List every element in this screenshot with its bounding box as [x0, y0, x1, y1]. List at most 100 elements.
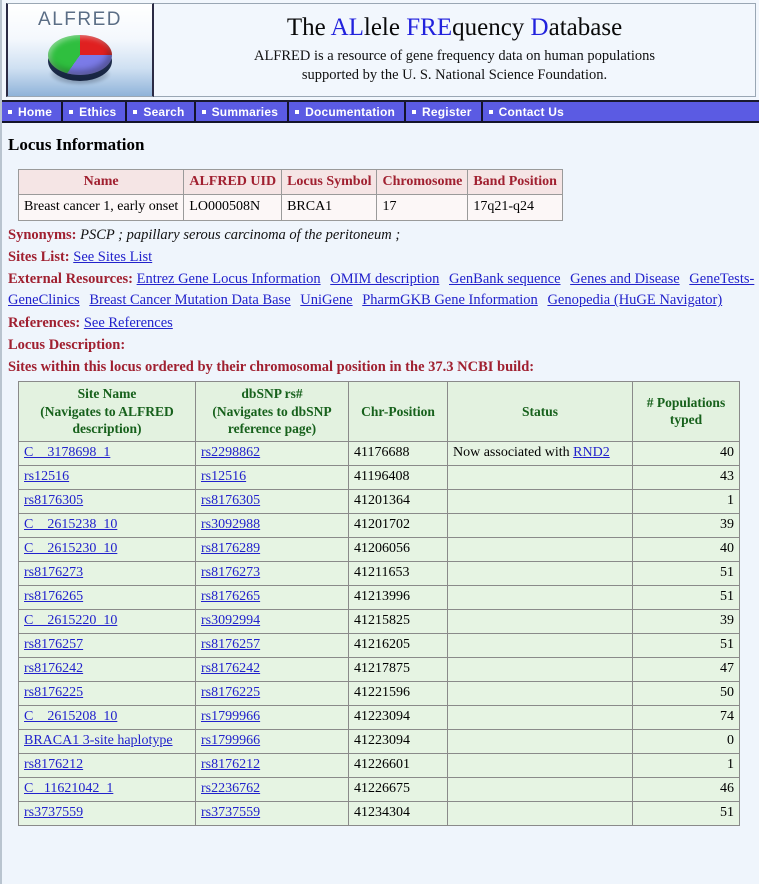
see-sites-list-link[interactable]: See Sites List [73, 249, 152, 265]
cell-site-name: rs8176305 [18, 488, 196, 514]
site-name-link[interactable]: BRACA1 3-site haplotype [24, 733, 173, 748]
dbsnp-link[interactable]: rs3737559 [201, 805, 260, 820]
site-name-link[interactable]: rs8176225 [24, 685, 83, 700]
cell-status [447, 584, 633, 610]
external-link-unigene[interactable]: UniGene [300, 292, 352, 308]
dbsnp-link[interactable]: rs8176225 [201, 685, 260, 700]
dbsnp-link[interactable]: rs3092994 [201, 613, 260, 628]
site-name-link[interactable]: rs8176242 [24, 661, 83, 676]
cell-dbsnp: rs1799966 [195, 704, 349, 730]
cell-populations-typed: 39 [632, 512, 740, 538]
nav-item-register[interactable]: Register [406, 102, 483, 121]
cell-populations-typed: 50 [632, 680, 740, 706]
cell-dbsnp: rs3092994 [195, 608, 349, 634]
cell-dbsnp: rs2298862 [195, 440, 349, 466]
locus-table-header-row: Name ALFRED UID Locus Symbol Chromosome Band… [17, 168, 563, 196]
dbsnp-link[interactable]: rs1799966 [201, 733, 260, 748]
external-link-pharmgkb-gene-information[interactable]: PharmGKB Gene Information [362, 292, 538, 308]
nav-item-ethics[interactable]: Ethics [63, 102, 128, 121]
dbsnp-link[interactable]: rs2236762 [201, 781, 260, 796]
nav-item-home[interactable]: Home [2, 102, 64, 121]
cell-site-name: C 3178698 1 [18, 440, 196, 466]
main-navigation: Home Ethics Search Summaries Documentation Re… [2, 102, 759, 123]
table-row: C 2615238 10 rs3092988 41201702 39 [18, 512, 740, 538]
see-references-link[interactable]: See References [84, 315, 173, 331]
nav-item-documentation[interactable]: Documentation [289, 102, 407, 121]
dbsnp-link[interactable]: rs8176242 [201, 661, 260, 676]
cell-chr-position: 41234304 [348, 800, 448, 826]
locus-description-line: Locus Description: [8, 335, 759, 356]
site-name-link[interactable]: rs8176265 [24, 589, 83, 604]
bullet-icon [488, 109, 493, 114]
cell-chr-position: 41226675 [348, 776, 448, 802]
status-link[interactable]: RND2 [573, 445, 610, 460]
locus-data-cell: 17q21-q24 [467, 194, 563, 221]
column-header-chr-position: Chr-Position [348, 381, 448, 442]
page-frame: ALFRED The ALlele FREquency Database ALF… [0, 0, 759, 884]
sites-table-header-row: Site Name (Navigates to ALFRED descripti… [18, 381, 740, 442]
site-header: ALFRED The ALlele FREquency Database ALF… [2, 0, 759, 102]
dbsnp-link[interactable]: rs12516 [201, 469, 246, 484]
cell-status [447, 560, 633, 586]
external-link-breast-cancer-mutation-data-base[interactable]: Breast Cancer Mutation Data Base [89, 292, 290, 308]
site-name-link[interactable]: C 11621042 1 [24, 781, 113, 796]
cell-chr-position: 41196408 [348, 464, 448, 490]
cell-site-name: C 2615208 10 [18, 704, 196, 730]
dbsnp-link[interactable]: rs2298862 [201, 445, 260, 460]
nav-item-search[interactable]: Search [127, 102, 196, 121]
site-name-link[interactable]: C 2615220 10 [24, 613, 117, 628]
dbsnp-link[interactable]: rs1799966 [201, 709, 260, 724]
site-name-link[interactable]: rs3737559 [24, 805, 83, 820]
external-link-genbank-sequence[interactable]: GenBank sequence [449, 271, 561, 287]
external-link-omim-description[interactable]: OMIM description [330, 271, 439, 287]
locus-header-cell: Chromosome [376, 168, 469, 196]
cell-status [447, 488, 633, 514]
dbsnp-link[interactable]: rs8176257 [201, 637, 260, 652]
locus-header-cell: ALFRED UID [183, 168, 283, 196]
nav-item-contact-us[interactable]: Contact Us [483, 102, 759, 121]
title-part-atabase: atabase [548, 14, 623, 42]
cell-chr-position: 41221596 [348, 680, 448, 706]
dbsnp-link[interactable]: rs8176289 [201, 541, 260, 556]
external-link-genes-and-disease[interactable]: Genes and Disease [570, 271, 680, 287]
dbsnp-link[interactable]: rs8176212 [201, 757, 260, 772]
cell-dbsnp: rs1799966 [195, 728, 349, 754]
cell-site-name: rs12516 [18, 464, 196, 490]
nav-item-label: Home [18, 104, 53, 119]
pie-chart-icon [44, 33, 116, 89]
table-row: C 2615220 10 rs3092994 41215825 39 [18, 608, 740, 634]
bullet-icon [201, 109, 206, 114]
dbsnp-link[interactable]: rs8176273 [201, 565, 260, 580]
dbsnp-link[interactable]: rs8176305 [201, 493, 260, 508]
references-label: References: [8, 315, 81, 332]
site-name-link[interactable]: C 3178698 1 [24, 445, 110, 460]
cell-populations-typed: 46 [632, 776, 740, 802]
alfred-logo[interactable]: ALFRED [6, 3, 154, 97]
sites-list-label: Sites List: [8, 248, 70, 265]
cell-dbsnp: rs8176225 [195, 680, 349, 706]
site-name-link[interactable]: C 2615208 10 [24, 709, 117, 724]
dbsnp-link[interactable]: rs3092988 [201, 517, 260, 532]
site-name-link[interactable]: C 2615238 10 [24, 517, 117, 532]
dbsnp-link[interactable]: rs8176265 [201, 589, 260, 604]
site-name-link[interactable]: rs8176273 [24, 565, 83, 580]
column-header-dbsnp: dbSNP rs# (Navigates to dbSNP reference … [195, 381, 349, 442]
nav-item-summaries[interactable]: Summaries [196, 102, 290, 121]
table-row: rs8176257 rs8176257 41216205 51 [18, 632, 740, 658]
title-part-d: D [530, 14, 549, 42]
cell-status [447, 512, 633, 538]
site-name-link[interactable]: rs8176257 [24, 637, 83, 652]
site-name-link[interactable]: rs8176305 [24, 493, 83, 508]
external-link-entrez-gene-locus-information[interactable]: Entrez Gene Locus Information [137, 271, 321, 287]
cell-site-name: rs8176257 [18, 632, 196, 658]
site-name-link[interactable]: C 2615230 10 [24, 541, 117, 556]
external-link-genopedia-huge-navigator[interactable]: Genopedia (HuGE Navigator) [547, 292, 722, 308]
cell-populations-typed: 39 [632, 608, 740, 634]
site-name-link[interactable]: rs12516 [24, 469, 69, 484]
cell-chr-position: 41201702 [348, 512, 448, 538]
locus-details: Synonyms: PSCP ; papillary serous carcin… [8, 225, 759, 379]
cell-populations-typed: 74 [632, 704, 740, 730]
locus-header-cell: Locus Symbol [281, 168, 378, 196]
table-row: rs8176242 rs8176242 41217875 47 [18, 656, 740, 682]
site-name-link[interactable]: rs8176212 [24, 757, 83, 772]
